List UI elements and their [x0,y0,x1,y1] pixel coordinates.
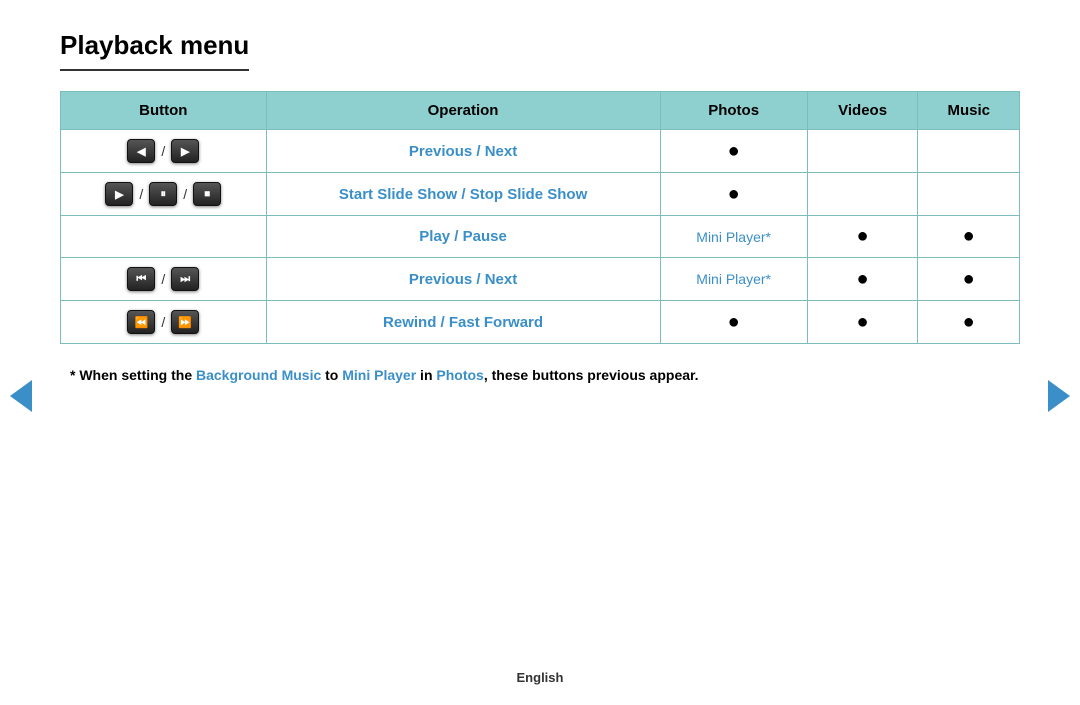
button-cell-0: ◀ / ▶ [61,130,267,173]
playback-table: Button Operation Photos Videos Music ◀/▶… [60,91,1020,344]
slash-separator: / [161,271,165,287]
slash-separator: / [161,143,165,159]
music-cell-3: ● [918,258,1020,301]
col-header-photos: Photos [660,92,807,130]
skip-prev-icon: ⏮ [127,267,155,291]
stop-icon: ⏹ [193,182,221,206]
operation-cell-0: Previous / Next [266,130,660,173]
pause-icon: ⏸ [149,182,177,206]
photos-cell-1: ● [660,173,807,216]
footnote-text-after: , these buttons previous appear. [484,367,699,383]
videos-cell-1 [807,173,918,216]
music-cell-1 [918,173,1020,216]
photos-cell-0: ● [660,130,807,173]
button-cell-1: ▶ / ⏸ / ⏹ [61,173,267,216]
footnote-text-mid2: in [416,367,436,383]
footnote-text-before: * When setting the [70,367,196,383]
slash-separator: / [161,314,165,330]
skip-next-icon: ⏭ [171,267,199,291]
ff-icon: ⏩ [171,310,199,334]
videos-cell-0 [807,130,918,173]
button-cell-4: ⏪ / ⏩ [61,301,267,344]
slash-separator: / [139,186,143,202]
operation-cell-4: Rewind / Fast Forward [266,301,660,344]
videos-cell-3: ● [807,258,918,301]
col-header-button: Button [61,92,267,130]
next-icon: ▶ [171,139,199,163]
music-cell-0 [918,130,1020,173]
videos-cell-4: ● [807,301,918,344]
slash-separator: / [183,186,187,202]
music-cell-4: ● [918,301,1020,344]
videos-cell-2: ● [807,216,918,258]
photos-cell-4: ● [660,301,807,344]
operation-cell-3: Previous / Next [266,258,660,301]
footnote-link-background-music: Background Music [196,367,321,383]
footnote-link-mini-player: Mini Player [342,367,416,383]
photos-cell-3: Mini Player* [660,258,807,301]
photos-cell-2: Mini Player* [660,216,807,258]
footnote-text-mid1: to [321,367,342,383]
operation-cell-2: Play / Pause [266,216,660,258]
page-title: Playback menu [60,30,249,71]
operation-cell-1: Start Slide Show / Stop Slide Show [266,173,660,216]
footnote: * When setting the Background Music to M… [60,364,1020,386]
prev-page-arrow[interactable] [10,380,32,412]
col-header-music: Music [918,92,1020,130]
button-cell-2 [61,216,267,258]
play-icon: ▶ [105,182,133,206]
col-header-videos: Videos [807,92,918,130]
page-content: Playback menu Button Operation Photos Vi… [0,0,1080,426]
footnote-link-photos: Photos [436,367,483,383]
rewind-icon: ⏪ [127,310,155,334]
col-header-operation: Operation [266,92,660,130]
next-page-arrow[interactable] [1048,380,1070,412]
button-cell-3: ⏮ / ⏭ [61,258,267,301]
music-cell-2: ● [918,216,1020,258]
footer-language: English [0,670,1080,685]
prev-icon: ◀ [127,139,155,163]
